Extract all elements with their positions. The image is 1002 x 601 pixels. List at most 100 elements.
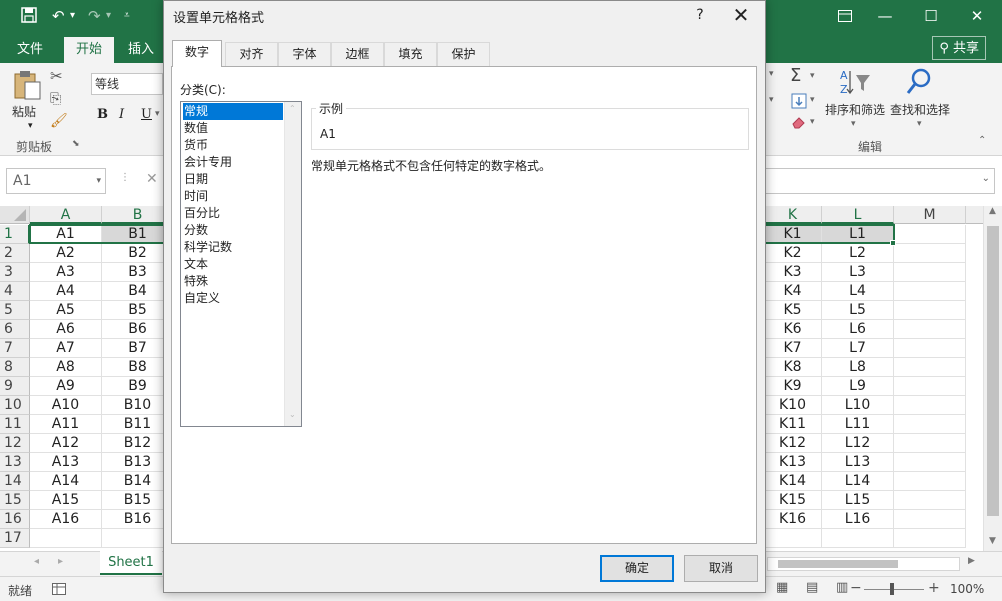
row-header[interactable]: 5	[0, 301, 30, 320]
scroll-up-icon[interactable]: ▲	[989, 206, 996, 216]
grid-cell[interactable]: L3	[822, 263, 894, 282]
expand-formula-icon[interactable]: ⌄	[982, 173, 990, 184]
row-header[interactable]: 11	[0, 415, 30, 434]
category-item[interactable]: 日期	[183, 171, 283, 188]
column-header-m[interactable]: M	[894, 206, 966, 224]
sort-filter-icon[interactable]: AZ	[838, 67, 872, 100]
fill-icon[interactable]	[791, 93, 807, 112]
copy-icon[interactable]: ⎘	[50, 91, 61, 107]
sort-filter-dropdown-icon[interactable]: ▾	[851, 119, 856, 129]
save-icon[interactable]	[20, 6, 38, 26]
row-header[interactable]: 8	[0, 358, 30, 377]
find-select-dropdown-icon[interactable]: ▾	[917, 119, 922, 129]
grid-cell[interactable]	[894, 282, 966, 301]
grid-cell[interactable]	[894, 453, 966, 472]
grid-cell[interactable]	[894, 434, 966, 453]
grid-cell[interactable]: K6	[764, 320, 822, 339]
ok-button[interactable]: 确定	[600, 555, 674, 582]
grid-cell[interactable]: A7	[30, 339, 102, 358]
scroll-right-icon[interactable]: ▶	[968, 556, 975, 566]
grid-cell[interactable]: K5	[764, 301, 822, 320]
row-header[interactable]: 14	[0, 472, 30, 491]
grid-cell[interactable]: K14	[764, 472, 822, 491]
chevron-down-icon[interactable]: ⌄	[289, 410, 296, 419]
formula-input[interactable]: ⌄	[763, 168, 995, 194]
grid-cell[interactable]: L16	[822, 510, 894, 529]
grid-cell[interactable]: L13	[822, 453, 894, 472]
grid-cell[interactable]: L6	[822, 320, 894, 339]
grid-cell[interactable]: A4	[30, 282, 102, 301]
grid-cell[interactable]: K13	[764, 453, 822, 472]
category-item[interactable]: 货币	[183, 137, 283, 154]
grid-cell[interactable]: A1	[30, 225, 102, 244]
vertical-scroll-thumb[interactable]	[987, 226, 999, 516]
row-header[interactable]: 13	[0, 453, 30, 472]
grid-cell[interactable]	[894, 396, 966, 415]
collapse-ribbon-icon[interactable]: ⌃	[978, 135, 986, 146]
horizontal-scroll-thumb[interactable]	[778, 560, 898, 568]
next-sheet-icon[interactable]: ▸	[58, 556, 63, 567]
zoom-slider[interactable]	[864, 589, 924, 590]
undo-icon[interactable]: ↶	[52, 6, 65, 26]
dropdown-arrow-icon[interactable]: ▾	[769, 95, 774, 105]
grid-cell[interactable]	[894, 244, 966, 263]
grid-cell[interactable]	[894, 301, 966, 320]
zoom-out-icon[interactable]: −	[850, 580, 862, 596]
category-item[interactable]: 会计专用	[183, 154, 283, 171]
row-header[interactable]: 10	[0, 396, 30, 415]
clipboard-launcher-icon[interactable]: ⬊	[72, 139, 80, 149]
row-header[interactable]: 12	[0, 434, 30, 453]
tab-file[interactable]: 文件	[6, 37, 54, 63]
row-header[interactable]: 16	[0, 510, 30, 529]
window-close-button[interactable]: ✕	[954, 4, 1000, 28]
tab-insert[interactable]: 插入	[118, 37, 164, 63]
grid-cell[interactable]	[894, 358, 966, 377]
column-header-a[interactable]: A	[30, 206, 102, 224]
autosum-dropdown-icon[interactable]: ▾	[810, 71, 815, 81]
grid-cell[interactable]: L10	[822, 396, 894, 415]
category-item[interactable]: 时间	[183, 188, 283, 205]
underline-button[interactable]: U	[141, 107, 152, 122]
page-break-icon[interactable]: ▥	[836, 580, 848, 595]
tab-font[interactable]: 字体	[278, 42, 331, 66]
sheet-tab-sheet1[interactable]: Sheet1	[100, 551, 162, 575]
grid-cell[interactable]: A11	[30, 415, 102, 434]
row-header[interactable]: 1	[0, 225, 30, 244]
grid-cell[interactable]: A14	[30, 472, 102, 491]
clear-icon[interactable]	[791, 115, 807, 132]
row-header[interactable]: 6	[0, 320, 30, 339]
italic-button[interactable]: I	[119, 107, 124, 122]
name-box[interactable]: A1 ▾	[6, 168, 106, 194]
tab-number[interactable]: 数字	[172, 40, 222, 67]
grid-cell[interactable]: A5	[30, 301, 102, 320]
grid-cell[interactable]: A12	[30, 434, 102, 453]
grid-cell[interactable]: L14	[822, 472, 894, 491]
grid-cell[interactable]: K1	[764, 225, 822, 244]
zoom-slider-thumb[interactable]	[890, 583, 894, 595]
grid-cell[interactable]	[894, 225, 966, 244]
grid-cell[interactable]: L1	[822, 225, 894, 244]
share-button[interactable]: ⚲ 共享	[932, 36, 986, 60]
grid-cell[interactable]: K4	[764, 282, 822, 301]
grid-cell[interactable]	[894, 320, 966, 339]
zoom-in-icon[interactable]: +	[928, 580, 940, 596]
redo-dropdown-icon[interactable]: ▾	[106, 6, 111, 26]
row-header[interactable]: 17	[0, 529, 30, 548]
underline-dropdown-icon[interactable]: ▾	[155, 109, 160, 119]
font-name-box[interactable]: 等线	[91, 73, 163, 95]
grid-cell[interactable]: K11	[764, 415, 822, 434]
grid-cell[interactable]: K7	[764, 339, 822, 358]
grid-cell[interactable]: L8	[822, 358, 894, 377]
paste-dropdown-icon[interactable]: ▾	[28, 121, 33, 131]
category-item[interactable]: 百分比	[183, 205, 283, 222]
customize-qat-icon[interactable]: ⩡	[124, 6, 130, 26]
maximize-button[interactable]: ☐	[908, 4, 954, 28]
paste-icon[interactable]	[12, 69, 42, 104]
grid-cell[interactable]	[30, 529, 102, 548]
tab-protection[interactable]: 保护	[437, 42, 490, 66]
grid-cell[interactable]: A6	[30, 320, 102, 339]
grid-cell[interactable]	[894, 263, 966, 282]
grid-cell[interactable]: K12	[764, 434, 822, 453]
row-header[interactable]: 4	[0, 282, 30, 301]
undo-dropdown-icon[interactable]: ▾	[70, 6, 75, 26]
